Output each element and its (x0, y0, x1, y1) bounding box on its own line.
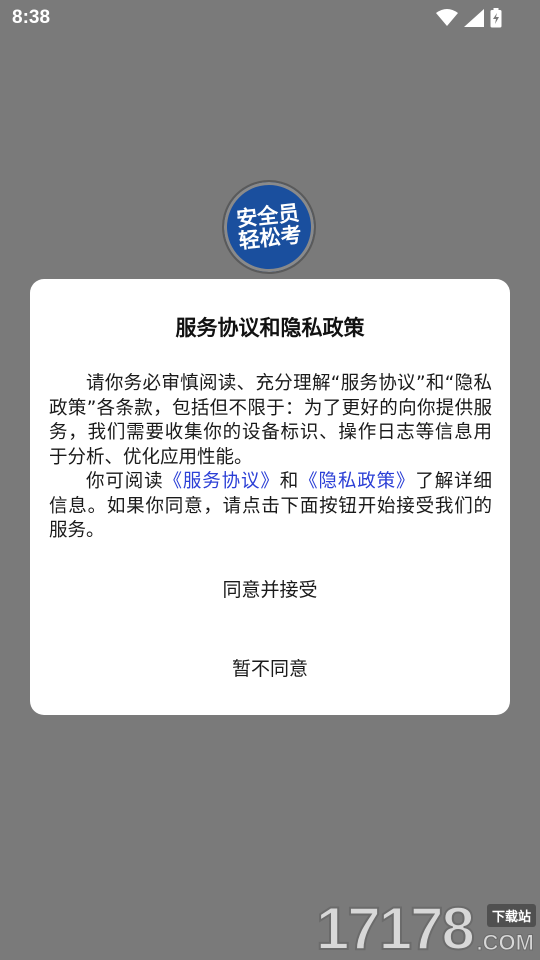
signal-icon (464, 9, 484, 27)
watermark-badge: 下载站 (486, 904, 536, 927)
watermark-domain: .COM (476, 930, 534, 956)
battery-charging-icon (490, 8, 502, 28)
dialog-body: 请你务必审慎阅读、充分理解“服务协议”和“隐私政策”各条款，包括但不限于：为了更… (49, 372, 492, 544)
paragraph2-prefix: 你可阅读 (86, 471, 164, 492)
dialog-paragraph-2: 你可阅读《服务协议》和《隐私政策》了解详细信息。如果你同意，请点击下面按钮开始接… (49, 470, 492, 544)
service-agreement-link[interactable]: 《服务协议》 (164, 471, 280, 492)
app-logo-line2: 轻松考 (237, 222, 303, 254)
site-watermark: 17178 下载站 .COM (315, 895, 540, 960)
dialog-paragraph-1: 请你务必审慎阅读、充分理解“服务协议”和“隐私政策”各条款，包括但不限于：为了更… (49, 373, 492, 468)
decline-button[interactable]: 暂不同意 (30, 654, 510, 681)
accept-button[interactable]: 同意并接受 (30, 575, 510, 602)
status-time: 8:38 (12, 7, 51, 28)
paragraph2-and: 和 (279, 471, 300, 492)
wifi-icon (436, 9, 458, 26)
status-icons (436, 8, 502, 28)
dialog-title: 服务协议和隐私政策 (175, 316, 365, 340)
privacy-dialog: 服务协议和隐私政策 请你务必审慎阅读、充分理解“服务协议”和“隐私政策”各条款，… (30, 279, 510, 715)
privacy-policy-link[interactable]: 《隐私政策》 (299, 471, 415, 492)
watermark-digits: 17178 (315, 895, 476, 960)
status-bar: 8:38 (0, 0, 540, 36)
app-logo: 安全员 轻松考 (217, 175, 321, 279)
